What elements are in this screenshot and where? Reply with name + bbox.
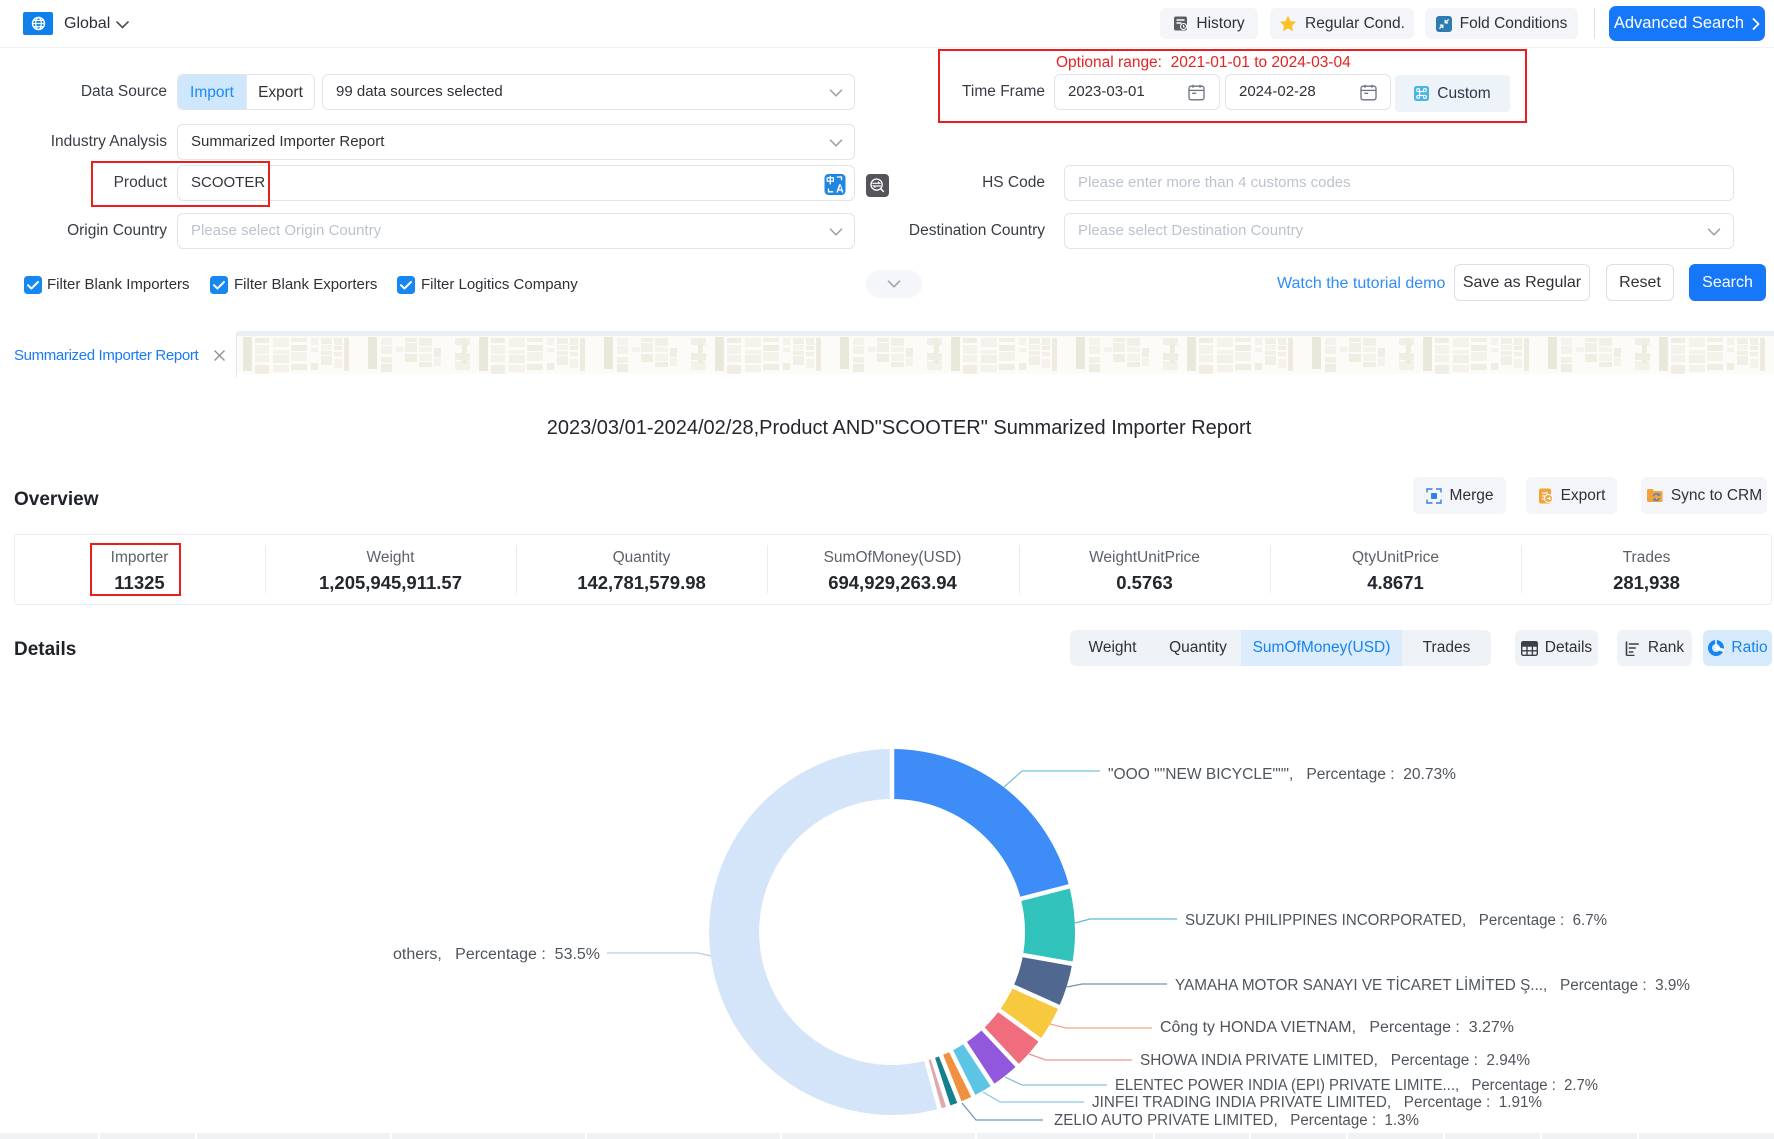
- svg-text:ZELIO AUTO PRIVATE LIMITED,: ZELIO AUTO PRIVATE LIMITED, Percentage :…: [1054, 1112, 1419, 1129]
- svg-text:YAMAHA MOTOR SANAYI VE TİCARET: YAMAHA MOTOR SANAYI VE TİCARET LİMİTED Ş…: [1175, 976, 1690, 994]
- svg-text:Công ty HONDA VIETNAM, Perce: Công ty HONDA VIETNAM, Percentage : 3.27…: [1160, 1019, 1514, 1036]
- svg-text:others, Percentage : 53.5%: others, Percentage : 53.5%: [393, 946, 600, 963]
- svg-text:SUZUKI PHILIPPINES INCORPORATE: SUZUKI PHILIPPINES INCORPORATED, Percent…: [1185, 912, 1607, 929]
- svg-text:ELENTEC POWER INDIA (EPI) PRIV: ELENTEC POWER INDIA (EPI) PRIVATE LIMITE…: [1115, 1077, 1598, 1094]
- svg-text:"OOO ""NEW BICYCLE""", Perce: "OOO ""NEW BICYCLE""", Percentage : 20.7…: [1108, 766, 1456, 783]
- svg-text:SHOWA INDIA PRIVATE LIMITED,: SHOWA INDIA PRIVATE LIMITED, Percentage …: [1140, 1052, 1530, 1069]
- svg-text:JINFEI TRADING INDIA PRIVATE L: JINFEI TRADING INDIA PRIVATE LIMITED, Pe…: [1092, 1094, 1542, 1111]
